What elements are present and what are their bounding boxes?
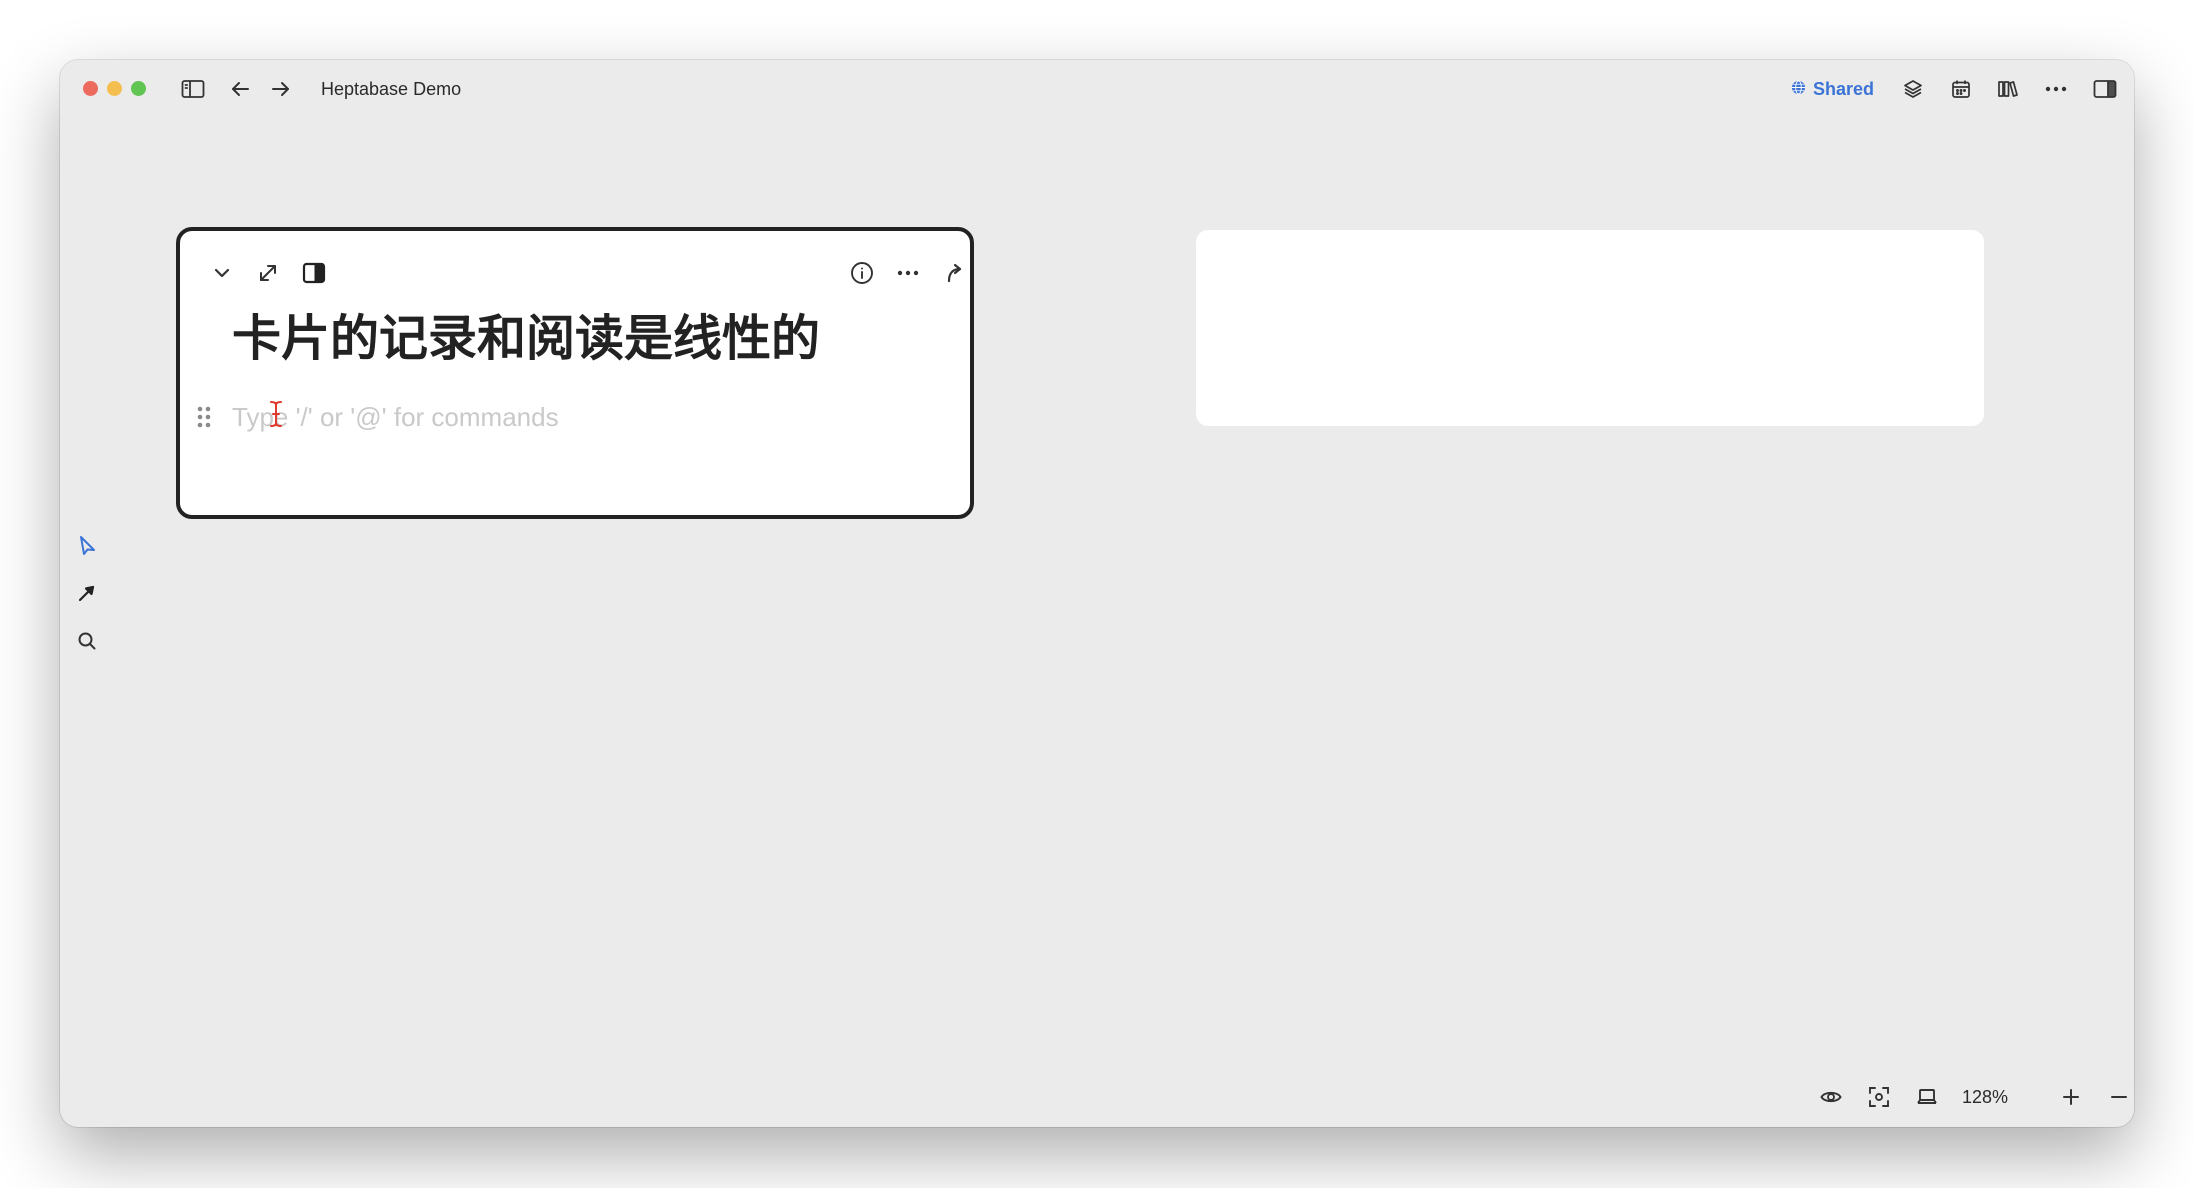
eye-icon[interactable] xyxy=(1816,1082,1846,1112)
card-title[interactable]: 卡片的记录和阅读是线性的 xyxy=(232,309,820,369)
side-panel-icon[interactable] xyxy=(298,257,330,289)
shared-button[interactable]: Shared xyxy=(1791,76,1874,102)
search-icon[interactable] xyxy=(72,626,102,656)
sidebar-toggle-icon[interactable] xyxy=(180,76,206,102)
arrow-connector-icon[interactable] xyxy=(72,578,102,608)
open-redirect-icon[interactable] xyxy=(938,257,970,289)
text-cursor-icon xyxy=(269,399,283,434)
expand-icon[interactable] xyxy=(252,257,284,289)
zoom-in-plus-icon[interactable] xyxy=(2056,1082,2086,1112)
minimize-window-button[interactable] xyxy=(107,81,122,96)
select-cursor-icon[interactable] xyxy=(72,530,102,560)
back-arrow-icon[interactable] xyxy=(227,76,253,102)
right-panel-icon[interactable] xyxy=(2092,76,2118,102)
shared-label: Shared xyxy=(1813,78,1875,99)
focus-frame-icon[interactable] xyxy=(1864,1082,1894,1112)
note-card[interactable]: 卡片的记录和阅读是线性的 Type '/' or '@' for command… xyxy=(176,227,974,519)
zoom-level[interactable]: 128% xyxy=(1962,1086,2008,1108)
globe-icon xyxy=(1791,79,1806,100)
more-icon[interactable] xyxy=(2043,76,2069,102)
zoom-out-minus-icon[interactable] xyxy=(2104,1082,2134,1112)
drag-handle-icon[interactable] xyxy=(195,404,213,430)
layers-icon[interactable] xyxy=(1900,76,1926,102)
close-window-button[interactable] xyxy=(83,81,98,96)
collapse-chevron-icon[interactable] xyxy=(206,257,238,289)
empty-card[interactable] xyxy=(1196,230,1984,426)
more-icon[interactable] xyxy=(892,257,924,289)
maximize-window-button[interactable] xyxy=(131,81,146,96)
calendar-icon[interactable] xyxy=(1948,76,1974,102)
document-title: Heptabase Demo xyxy=(321,79,462,99)
info-icon[interactable] xyxy=(846,257,878,289)
title-bar: Heptabase Demo Shared xyxy=(60,60,2134,118)
library-icon[interactable] xyxy=(1995,76,2021,102)
app-window: Heptabase Demo Shared 卡片的记录和阅读是线性的 Type … xyxy=(60,60,2134,1127)
laptop-icon[interactable] xyxy=(1912,1082,1942,1112)
forward-arrow-icon[interactable] xyxy=(268,76,294,102)
